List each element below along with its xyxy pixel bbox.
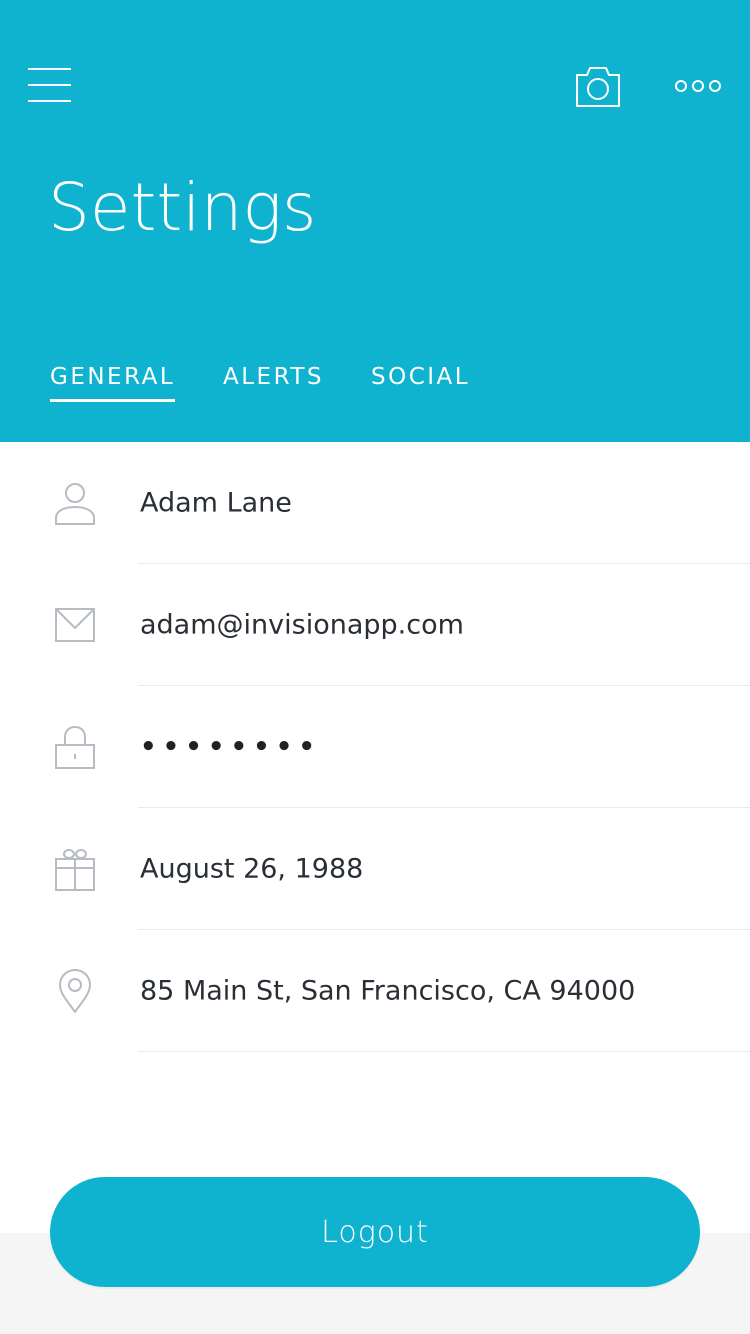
logout-button[interactable]: Logout <box>50 1177 700 1287</box>
location-pin-icon <box>52 968 98 1014</box>
user-icon <box>52 480 98 526</box>
password-field[interactable]: •••••••• <box>140 732 321 762</box>
password-row: •••••••• <box>0 686 750 808</box>
address-field[interactable]: 85 Main St, San Francisco, CA 94000 <box>140 976 635 1007</box>
tab-general[interactable]: GENERAL <box>50 360 176 402</box>
tab-alerts[interactable]: ALERTS <box>223 360 324 394</box>
tab-alerts-label: ALERTS <box>223 364 325 390</box>
hamburger-menu-icon[interactable] <box>28 66 72 104</box>
address-row: 85 Main St, San Francisco, CA 94000 <box>0 930 750 1052</box>
email-field[interactable]: adam@invisionapp.com <box>140 610 464 641</box>
gift-icon <box>52 846 98 892</box>
birthday-field[interactable]: August 26, 1988 <box>140 854 363 885</box>
header: Settings GENERAL ALERTS SOCIAL <box>0 0 750 442</box>
more-options-icon[interactable] <box>672 74 724 98</box>
page-title: Settings <box>48 169 317 246</box>
tab-general-label: GENERAL <box>50 364 176 390</box>
email-row: adam@invisionapp.com <box>0 564 750 686</box>
mail-icon <box>52 602 98 648</box>
name-row: Adam Lane <box>0 442 750 564</box>
name-field[interactable]: Adam Lane <box>140 488 292 519</box>
camera-icon[interactable] <box>574 63 622 109</box>
lock-icon <box>52 724 98 770</box>
birthday-row: August 26, 1988 <box>0 808 750 930</box>
active-tab-indicator <box>50 399 176 402</box>
tab-social[interactable]: SOCIAL <box>371 360 470 394</box>
divider <box>138 1051 750 1052</box>
tab-social-label: SOCIAL <box>371 364 471 390</box>
